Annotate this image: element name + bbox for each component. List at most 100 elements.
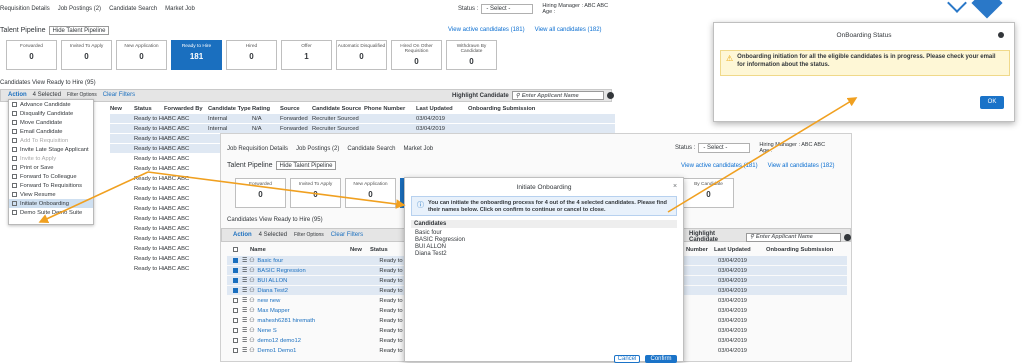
menu-item-invite-to-apply[interactable]: Invite to Apply: [9, 154, 93, 163]
front-view-active-link[interactable]: View active candidates (181): [681, 163, 758, 169]
row-menu-icon[interactable]: ☰: [242, 348, 247, 354]
row-checkbox[interactable]: [233, 348, 238, 353]
front-req-details-link[interactable]: Job Requisition Details: [227, 146, 288, 152]
front-pipeline-select[interactable]: Hide Talent Pipeline: [275, 161, 337, 170]
back-view-active-link[interactable]: View active candidates (181): [448, 27, 525, 33]
table-row[interactable]: Ready to HireABC ABC Internal N/A Forwarded…: [110, 124, 615, 133]
front-clear-filters-link[interactable]: Clear Filters: [331, 232, 363, 238]
col-number[interactable]: Number: [686, 247, 714, 253]
back-stage-7[interactable]: Hired On Other Requisition 0: [391, 40, 442, 70]
row-checkbox[interactable]: [233, 258, 238, 263]
cell-name[interactable]: Basic four: [257, 258, 357, 264]
row-menu-icon[interactable]: ☰: [242, 268, 247, 274]
row-checkbox[interactable]: [233, 328, 238, 333]
row-menu-icon[interactable]: ☰: [242, 308, 247, 314]
menu-item-print-or-save[interactable]: Print or Save: [9, 163, 93, 172]
back-stage-2[interactable]: New Application 0: [116, 40, 167, 70]
cell-name[interactable]: Nene S: [257, 328, 357, 334]
col-phone-number[interactable]: Phone Number: [364, 106, 416, 112]
menu-item-initiate-onboarding[interactable]: Initiate Onboarding: [9, 199, 93, 208]
cell-name[interactable]: new new: [257, 298, 357, 304]
front-status-select[interactable]: - Select -: [698, 143, 751, 153]
back-stage-6[interactable]: Automatic Disqualified 0: [336, 40, 387, 70]
row-checkbox[interactable]: [233, 308, 238, 313]
close-icon[interactable]: [998, 32, 1004, 38]
cell-name[interactable]: Max Mapper: [257, 308, 357, 314]
menu-item-disqualify-candidate[interactable]: Disqualify Candidate: [9, 109, 93, 118]
row-menu-icon[interactable]: ☰: [242, 258, 247, 264]
back-req-details-link[interactable]: Requisition Details: [0, 6, 50, 12]
col-onboarding-submission[interactable]: Onboarding Submission: [766, 247, 846, 253]
front-view-all-link[interactable]: View all candidates (182): [768, 163, 835, 169]
front-action-button[interactable]: Action: [233, 232, 252, 238]
row-checkbox[interactable]: [233, 318, 238, 323]
cell-name[interactable]: BASIC Regression: [257, 268, 357, 274]
back-status-select[interactable]: - Select -: [481, 4, 534, 14]
col-last-updated[interactable]: Last Updated: [416, 106, 468, 112]
menu-item-advance-candidate[interactable]: Advance Candidate: [9, 100, 93, 109]
col-new[interactable]: New: [350, 247, 370, 253]
back-stage-1[interactable]: Invited To Apply 0: [61, 40, 112, 70]
col-source[interactable]: Source: [280, 106, 312, 112]
col-status[interactable]: Status: [370, 247, 400, 253]
col-rating[interactable]: Rating: [252, 106, 280, 112]
row-menu-icon[interactable]: ☰: [242, 338, 247, 344]
row-checkbox[interactable]: [233, 338, 238, 343]
cell-name[interactable]: Demo1 Demo1: [257, 348, 357, 354]
front-stage-1[interactable]: Invited To Apply 0: [290, 178, 341, 208]
front-filter-options-button[interactable]: Filter Options: [294, 232, 324, 238]
row-checkbox[interactable]: [233, 268, 238, 273]
row-menu-icon[interactable]: ☰: [242, 288, 247, 294]
menu-item-view-resume[interactable]: View Resume: [9, 190, 93, 199]
close-icon[interactable]: ×: [673, 183, 677, 190]
row-checkbox[interactable]: [233, 298, 238, 303]
front-stage-2[interactable]: New Application 0: [345, 178, 396, 208]
col-candidate-type[interactable]: Candidate Type: [208, 106, 252, 112]
front-candidate-search-link[interactable]: Candidate Search: [347, 146, 395, 152]
back-market-job-link[interactable]: Market Job: [165, 6, 195, 12]
table-row[interactable]: Ready to HireABC ABC Internal N/A Forwarded…: [110, 114, 615, 123]
col-onboarding-submission[interactable]: Onboarding Submission: [468, 106, 538, 112]
back-filter-options-button[interactable]: Filter Options: [67, 92, 97, 98]
row-menu-icon[interactable]: ☰: [242, 328, 247, 334]
front-stage-right[interactable]: By Candidate 0: [683, 178, 734, 208]
back-clear-filters-link[interactable]: Clear Filters: [103, 92, 135, 98]
menu-item-add-to-requisition[interactable]: Add To Requisition: [9, 136, 93, 145]
front-highlight-input[interactable]: ⚲ Enter Applicant Name: [745, 232, 842, 242]
front-job-postings-link[interactable]: Job Postings (2): [296, 146, 339, 152]
back-view-all-link[interactable]: View all candidates (182): [535, 27, 602, 33]
row-menu-icon[interactable]: ☰: [242, 318, 247, 324]
clear-icon[interactable]: [844, 233, 851, 241]
col-name[interactable]: Name: [250, 247, 350, 253]
back-stage-5[interactable]: Offer 1: [281, 40, 332, 70]
row-menu-icon[interactable]: ☰: [242, 298, 247, 304]
back-candidate-search-link[interactable]: Candidate Search: [109, 6, 157, 12]
menu-item-email-candidate[interactable]: Email Candidate: [9, 127, 93, 136]
back-job-postings-link[interactable]: Job Postings (2): [58, 6, 101, 12]
clear-icon[interactable]: [606, 92, 614, 99]
cell-name[interactable]: Diana Test2: [257, 288, 357, 294]
select-all-checkbox[interactable]: [233, 247, 238, 252]
back-pipeline-select[interactable]: Hide Talent Pipeline: [48, 26, 110, 35]
front-market-job-link[interactable]: Market Job: [403, 146, 433, 152]
back-stage-0[interactable]: Forwarded 0: [6, 40, 57, 70]
col-new[interactable]: New: [110, 106, 134, 112]
back-stage-8[interactable]: Withdrawn By Candidate 0: [446, 40, 497, 70]
col-last-updated[interactable]: Last Updated: [714, 247, 766, 253]
menu-item-forward-to-colleague[interactable]: Forward To Colleague: [9, 172, 93, 181]
ok-button[interactable]: OK: [980, 96, 1004, 109]
row-checkbox[interactable]: [233, 278, 238, 283]
cell-name[interactable]: demo12 demo12: [257, 338, 357, 344]
back-highlight-input[interactable]: ⚲ Enter Applicant Name: [511, 91, 604, 100]
menu-item-forward-to-requisitions[interactable]: Forward To Requisitions: [9, 181, 93, 190]
cell-name[interactable]: mahesh6281 hiremath: [257, 318, 357, 324]
back-action-button[interactable]: Action: [8, 92, 27, 98]
col-candidate-source[interactable]: Candidate Source: [312, 106, 364, 112]
front-stage-0[interactable]: Forwarded 0: [235, 178, 286, 208]
col-forwarded-by[interactable]: Forwarded By: [164, 106, 208, 112]
menu-item-demo-suite-demo-suite[interactable]: Demo Suite Demo Suite: [9, 208, 93, 217]
menu-item-move-candidate[interactable]: Move Candidate: [9, 118, 93, 127]
row-checkbox[interactable]: [233, 288, 238, 293]
back-stage-4[interactable]: Hired 0: [226, 40, 277, 70]
back-stage-3[interactable]: Ready to Hire 181: [171, 40, 222, 70]
